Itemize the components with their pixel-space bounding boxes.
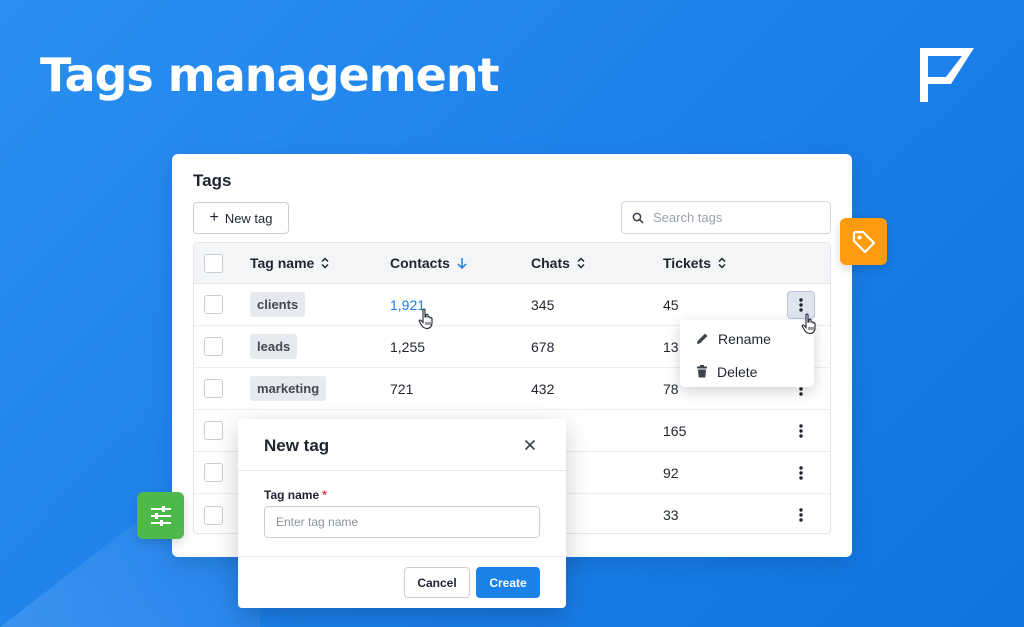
card-title: Tags — [193, 171, 232, 190]
logo-icon — [920, 48, 974, 102]
field-label-text: Tag name — [264, 488, 320, 502]
new-tag-modal: New tag Tag name* Cancel Create — [238, 419, 566, 608]
filter-icon — [150, 505, 171, 526]
filter-badge — [137, 492, 184, 539]
modal-divider — [238, 556, 566, 557]
tag-name-input[interactable] — [264, 506, 540, 538]
row-checkbox[interactable] — [204, 421, 223, 440]
contacts-value: 721 — [390, 380, 414, 397]
kebab-icon — [799, 465, 803, 480]
tickets-value: 165 — [663, 422, 687, 439]
menu-item-delete[interactable]: Delete — [680, 355, 814, 388]
column-header-tickets[interactable]: Tickets — [663, 243, 727, 283]
kebab-icon — [799, 297, 803, 312]
new-tag-label: New tag — [224, 210, 273, 226]
search-input[interactable] — [653, 210, 813, 225]
sort-icon — [577, 257, 585, 269]
column-header-contacts[interactable]: Contacts — [390, 243, 468, 283]
hand-cursor-icon — [418, 308, 433, 330]
menu-item-label: Delete — [717, 363, 758, 380]
tickets-value: 78 — [663, 380, 679, 397]
row-checkbox[interactable] — [204, 337, 223, 356]
tickets-value: 13 — [663, 338, 679, 355]
row-actions-button[interactable] — [787, 417, 815, 445]
row-context-menu: Rename Delete — [680, 320, 814, 387]
column-label: Contacts — [390, 255, 450, 271]
tickets-value: 33 — [663, 507, 679, 523]
tag-badge — [840, 218, 887, 265]
tickets-value: 92 — [663, 464, 679, 481]
select-all-checkbox[interactable] — [204, 253, 223, 273]
tag-chip[interactable]: leads — [250, 334, 298, 359]
search-icon — [632, 212, 644, 224]
new-tag-button[interactable]: + New tag — [193, 202, 289, 234]
tag-chip[interactable]: clients — [250, 292, 306, 317]
modal-divider — [238, 470, 566, 471]
column-label: Chats — [531, 255, 570, 271]
search-box[interactable] — [621, 201, 831, 234]
row-checkbox[interactable] — [204, 463, 223, 482]
column-header-chats[interactable]: Chats — [531, 243, 586, 283]
row-actions-button[interactable] — [787, 501, 815, 529]
modal-title: New tag — [264, 436, 330, 455]
chats-value: 432 — [531, 380, 555, 397]
tag-icon — [852, 230, 875, 253]
kebab-icon — [799, 423, 803, 438]
tag-chip[interactable]: marketing — [250, 376, 327, 401]
sort-desc-icon — [457, 257, 467, 269]
row-checkbox[interactable] — [204, 505, 223, 525]
column-label: Tag name — [250, 255, 315, 271]
sort-icon — [718, 257, 726, 269]
kebab-icon — [799, 508, 803, 522]
close-icon[interactable] — [522, 437, 538, 453]
chats-value: 678 — [531, 338, 555, 355]
row-actions-button[interactable] — [787, 459, 815, 487]
chats-value: 345 — [531, 296, 555, 313]
column-label: Tickets — [663, 255, 711, 271]
column-header-tag-name[interactable]: Tag name — [250, 243, 330, 283]
pencil-icon — [697, 333, 708, 344]
cancel-button[interactable]: Cancel — [404, 567, 470, 598]
trash-icon — [697, 365, 707, 378]
hero-title: Tags management — [40, 48, 500, 102]
menu-item-label: Rename — [718, 330, 771, 347]
tag-name-label: Tag name * — [264, 488, 327, 502]
row-checkbox[interactable] — [204, 379, 223, 398]
table-header: Tag name Contacts Chats Tickets — [194, 243, 830, 284]
menu-item-rename[interactable]: Rename — [680, 322, 814, 355]
contacts-value: 1,255 — [390, 338, 426, 355]
plus-icon: + — [209, 209, 219, 226]
row-checkbox[interactable] — [204, 295, 223, 314]
sort-icon — [321, 257, 329, 269]
create-button[interactable]: Create — [476, 567, 540, 598]
required-mark: * — [322, 488, 327, 502]
hand-cursor-icon — [801, 313, 816, 335]
tickets-value: 45 — [663, 296, 679, 313]
